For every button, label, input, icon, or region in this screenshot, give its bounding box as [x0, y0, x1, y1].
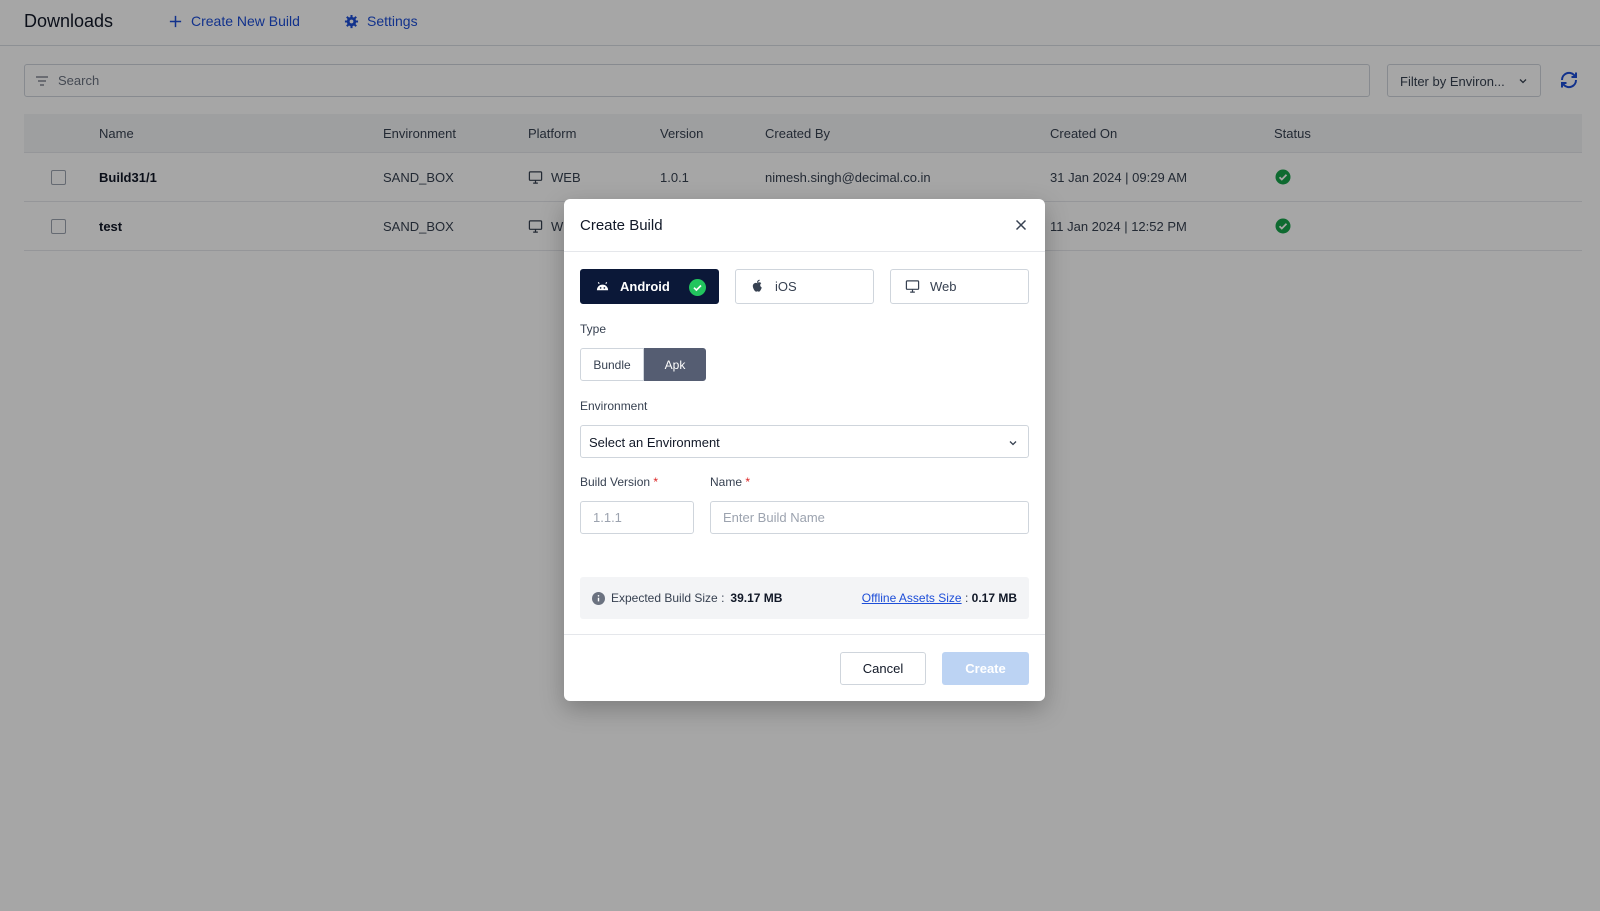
chevron-down-icon — [1009, 441, 1017, 446]
platform-ios-button[interactable]: iOS — [735, 269, 874, 304]
expected-size-value: 39.17 MB — [730, 591, 783, 605]
info-icon — [592, 591, 605, 605]
build-version-label: Build Version * — [580, 475, 658, 489]
name-label: Name * — [710, 475, 750, 489]
type-bundle-option[interactable]: Bundle — [580, 348, 644, 381]
build-size-info: Expected Build Size : 39.17 MB Offline A… — [580, 577, 1029, 619]
required-marker: * — [653, 475, 659, 489]
build-name-input[interactable] — [710, 501, 1029, 534]
expected-size: Expected Build Size : 39.17 MB — [592, 591, 782, 605]
environment-select-value: Select an Environment — [589, 435, 720, 450]
platform-ios-label: iOS — [775, 279, 797, 294]
offline-assets-link[interactable]: Offline Assets Size — [862, 591, 962, 605]
environment-select[interactable]: Select an Environment — [580, 425, 1029, 458]
build-type-toggle: Bundle Apk — [580, 348, 706, 381]
platform-web-button[interactable]: Web — [890, 269, 1029, 304]
dialog-title: Create Build — [580, 217, 663, 234]
create-button[interactable]: Create — [942, 652, 1029, 685]
offline-assets-separator: : — [964, 591, 969, 605]
build-version-label-text: Build Version — [580, 475, 651, 489]
android-icon — [596, 281, 609, 291]
dialog-footer: Cancel Create — [564, 634, 1045, 701]
platform-web-label: Web — [930, 279, 957, 294]
platform-android-label: Android — [620, 279, 670, 294]
cancel-button[interactable]: Cancel — [840, 652, 926, 685]
monitor-icon — [905, 280, 920, 293]
build-version-input[interactable] — [580, 501, 694, 534]
name-label-text: Name — [710, 475, 743, 489]
offline-assets-size: Offline Assets Size : 0.17 MB — [862, 591, 1017, 605]
required-marker: * — [745, 475, 751, 489]
expected-size-label: Expected Build Size : — [611, 591, 725, 605]
selected-check-icon — [689, 279, 706, 296]
apple-icon — [752, 279, 762, 292]
type-apk-option[interactable]: Apk — [644, 348, 706, 381]
type-label: Type — [580, 322, 607, 336]
create-build-dialog: Create Build Android iOS Web Type Bundle… — [564, 199, 1045, 701]
platform-android-button[interactable]: Android — [580, 269, 719, 304]
close-icon[interactable] — [1013, 217, 1029, 233]
environment-label: Environment — [580, 399, 648, 413]
offline-assets-value: 0.17 MB — [971, 591, 1017, 605]
dialog-header: Create Build — [564, 199, 1045, 252]
